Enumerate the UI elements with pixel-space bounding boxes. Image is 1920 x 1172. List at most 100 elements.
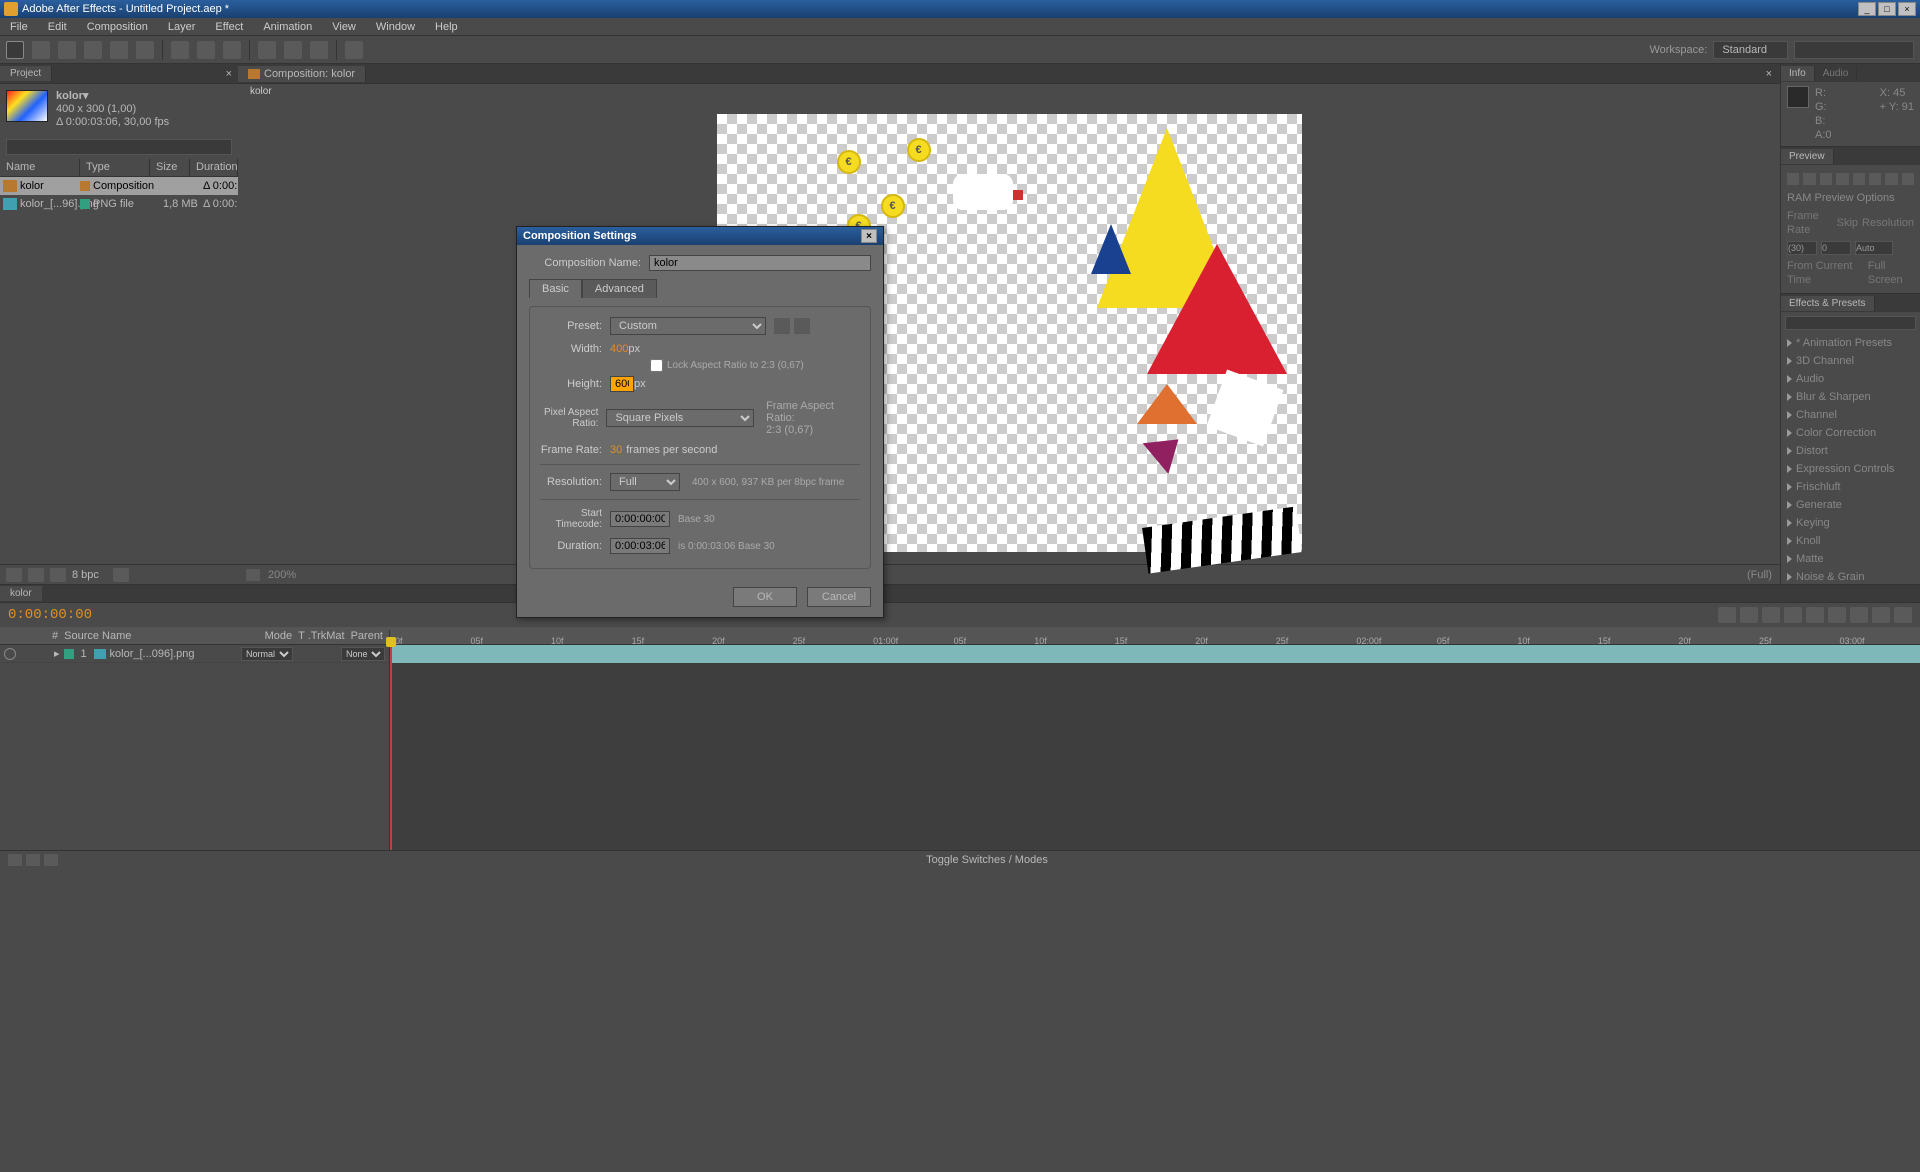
fx-category[interactable]: Generate	[1783, 496, 1918, 514]
project-item[interactable]: kolor_[...96].png PNG file 1,8 MB Δ 0:00…	[0, 195, 238, 213]
height-input[interactable]	[610, 376, 634, 392]
panel-close-icon[interactable]: ×	[1758, 68, 1780, 80]
pen-tool[interactable]	[197, 41, 215, 59]
audio-tab[interactable]: Audio	[1815, 66, 1858, 81]
zoom-tool[interactable]	[58, 41, 76, 59]
tl-btn-2[interactable]	[1740, 607, 1758, 623]
tl-foot-btn[interactable]	[44, 854, 58, 866]
fx-category[interactable]: Distort	[1783, 442, 1918, 460]
skip-input[interactable]	[1821, 241, 1851, 255]
width-value[interactable]: 400	[610, 343, 628, 355]
col-size[interactable]: Size	[150, 159, 190, 176]
start-timecode-input[interactable]	[610, 511, 670, 527]
tl-btn-7[interactable]	[1850, 607, 1868, 623]
fx-category[interactable]: Noise & Grain	[1783, 568, 1918, 586]
menu-composition[interactable]: Composition	[77, 21, 158, 33]
menu-animation[interactable]: Animation	[253, 21, 322, 33]
new-comp-button[interactable]	[50, 568, 66, 582]
tl-foot-btn[interactable]	[26, 854, 40, 866]
preset-dropdown[interactable]: Custom	[610, 317, 766, 335]
new-folder-button[interactable]	[28, 568, 44, 582]
puppet-tool[interactable]	[345, 41, 363, 59]
fx-category[interactable]: Blur & Sharpen	[1783, 388, 1918, 406]
save-preset-button[interactable]	[774, 318, 790, 334]
fx-category[interactable]: Expression Controls	[1783, 460, 1918, 478]
bpc-indicator[interactable]: 8 bpc	[72, 569, 99, 581]
col-type[interactable]: Type	[80, 159, 150, 176]
maximize-button[interactable]: □	[1878, 2, 1896, 16]
tl-btn-1[interactable]	[1718, 607, 1736, 623]
zoom-level[interactable]: 200%	[268, 569, 296, 581]
resolution-input[interactable]	[1855, 241, 1893, 255]
eraser-tool[interactable]	[310, 41, 328, 59]
basic-tab[interactable]: Basic	[529, 279, 582, 298]
resolution-dropdown[interactable]: (Full)	[1747, 569, 1772, 581]
menu-file[interactable]: File	[0, 21, 38, 33]
blend-mode-dropdown[interactable]: Normal	[241, 647, 293, 661]
tl-btn-9[interactable]	[1894, 607, 1912, 623]
visibility-toggle[interactable]	[4, 648, 16, 660]
tl-foot-btn[interactable]	[8, 854, 22, 866]
col-name[interactable]: Name	[0, 159, 80, 176]
toggle-switches-button[interactable]: Toggle Switches / Modes	[926, 854, 1048, 866]
prev-frame-button[interactable]	[1803, 173, 1815, 185]
fx-category[interactable]: * Animation Presets	[1783, 334, 1918, 352]
delete-button[interactable]	[113, 568, 129, 582]
interpret-footage-button[interactable]	[6, 568, 22, 582]
timeline-tab[interactable]: kolor	[0, 586, 42, 601]
loop-button[interactable]	[1885, 173, 1897, 185]
fx-category[interactable]: Knoll	[1783, 532, 1918, 550]
grid-button[interactable]	[246, 569, 260, 581]
comp-breadcrumb[interactable]: kolor	[238, 84, 1780, 102]
project-item[interactable]: kolor Composition Δ 0:00:	[0, 177, 238, 195]
delete-preset-button[interactable]	[794, 318, 810, 334]
playhead[interactable]	[390, 645, 392, 850]
composition-tab[interactable]: Composition: kolor	[238, 66, 366, 82]
minimize-button[interactable]: _	[1858, 2, 1876, 16]
play-button[interactable]	[1820, 173, 1832, 185]
tl-btn-8[interactable]	[1872, 607, 1890, 623]
parent-dropdown[interactable]: None	[341, 647, 385, 661]
label-swatch[interactable]	[64, 649, 74, 659]
effects-search[interactable]	[1785, 316, 1916, 330]
help-search[interactable]	[1794, 41, 1914, 59]
tl-btn-5[interactable]	[1806, 607, 1824, 623]
info-tab[interactable]: Info	[1781, 66, 1815, 81]
ok-button[interactable]: OK	[733, 587, 797, 607]
pan-behind-tool[interactable]	[136, 41, 154, 59]
col-parent[interactable]: Parent	[351, 630, 383, 642]
fx-category[interactable]: Color Correction	[1783, 424, 1918, 442]
ram-preview-button[interactable]	[1902, 173, 1914, 185]
dialog-close-button[interactable]: ×	[861, 229, 877, 243]
advanced-tab[interactable]: Advanced	[582, 279, 657, 298]
playhead-marker[interactable]	[386, 637, 396, 647]
fx-category[interactable]: Channel	[1783, 406, 1918, 424]
fx-category[interactable]: Matte	[1783, 550, 1918, 568]
hand-tool[interactable]	[32, 41, 50, 59]
col-trkmat[interactable]: T .TrkMat	[298, 630, 344, 642]
effects-tab[interactable]: Effects & Presets	[1781, 296, 1875, 311]
timeline-track[interactable]	[390, 645, 1920, 850]
preview-tab[interactable]: Preview	[1781, 149, 1834, 164]
tl-btn-4[interactable]	[1784, 607, 1802, 623]
col-source[interactable]: Source Name	[64, 630, 131, 642]
camera-tool[interactable]	[110, 41, 128, 59]
duration-input[interactable]	[610, 538, 670, 554]
menu-help[interactable]: Help	[425, 21, 468, 33]
text-tool[interactable]	[223, 41, 241, 59]
rotate-tool[interactable]	[84, 41, 102, 59]
col-duration[interactable]: Duration	[190, 159, 238, 176]
framerate-value[interactable]: 30	[610, 444, 622, 456]
fx-category[interactable]: Keying	[1783, 514, 1918, 532]
layer-row[interactable]: ▸ 1 kolor_[...096].png Normal None	[0, 645, 389, 663]
clone-tool[interactable]	[284, 41, 302, 59]
tl-btn-3[interactable]	[1762, 607, 1780, 623]
tl-btn-6[interactable]	[1828, 607, 1846, 623]
project-tab[interactable]: Project	[0, 66, 52, 81]
last-frame-button[interactable]	[1853, 173, 1865, 185]
first-frame-button[interactable]	[1787, 173, 1799, 185]
close-button[interactable]: ×	[1898, 2, 1916, 16]
menu-edit[interactable]: Edit	[38, 21, 77, 33]
layer-bar[interactable]	[390, 645, 1920, 663]
menu-effect[interactable]: Effect	[205, 21, 253, 33]
